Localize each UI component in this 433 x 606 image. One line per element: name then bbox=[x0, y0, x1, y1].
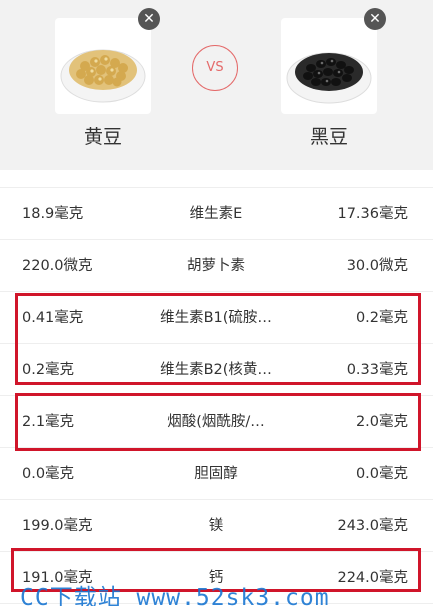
nutrient-name: 维生素E bbox=[189, 206, 243, 222]
left-value: 0.2毫克 bbox=[22, 362, 75, 378]
right-value: 0.33毫克 bbox=[346, 362, 408, 378]
watermark: CC下载站 www.52sk3.com bbox=[20, 585, 330, 606]
nutrient-name: 胡萝卜素 bbox=[187, 258, 245, 274]
nutrient-row: 0.2毫克 维生素B2(核黄… 0.33毫克 bbox=[0, 344, 433, 396]
nutrient-name: 维生素B1(硫胺… bbox=[160, 310, 272, 326]
nutrient-name: 维生素B2(核黄… bbox=[160, 362, 272, 378]
black-bean-image bbox=[281, 18, 377, 114]
left-value: 0.0毫克 bbox=[22, 466, 75, 482]
nutrient-name: 镁 bbox=[208, 518, 224, 534]
nutrient-row: 199.0毫克 镁 243.0毫克 bbox=[0, 500, 433, 552]
nutrient-row: 0.41毫克 维生素B1(硫胺… 0.2毫克 bbox=[0, 292, 433, 344]
right-value: 0.0毫克 bbox=[355, 466, 408, 482]
food-card-left[interactable]: 黄豆 bbox=[55, 18, 151, 149]
food-name-right: 黑豆 bbox=[309, 126, 348, 148]
nutrient-row: 2.1毫克 烟酸(烟酰胺/… 2.0毫克 bbox=[0, 396, 433, 448]
food-card-right[interactable]: 黑豆 bbox=[281, 18, 377, 149]
nutrient-name: 胆固醇 bbox=[194, 466, 238, 482]
remove-right-food-button[interactable]: ✕ bbox=[364, 8, 386, 30]
right-value: 243.0毫克 bbox=[337, 518, 408, 534]
left-value: 199.0毫克 bbox=[22, 518, 93, 534]
soybean-image bbox=[55, 18, 151, 114]
nutrient-table: 18.9毫克 维生素E 17.36毫克 220.0微克 胡萝卜素 30.0微克 … bbox=[0, 188, 433, 604]
nutrient-row: 220.0微克 胡萝卜素 30.0微克 bbox=[0, 240, 433, 292]
vs-badge: VS bbox=[192, 45, 238, 91]
right-value: 2.0毫克 bbox=[355, 414, 408, 430]
left-value: 0.41毫克 bbox=[22, 310, 84, 326]
comparison-header: 黄豆 ✕ VS 黑豆 ✕ bbox=[0, 0, 433, 170]
remove-left-food-button[interactable]: ✕ bbox=[138, 8, 160, 30]
left-value: 2.1毫克 bbox=[22, 414, 75, 430]
nutrient-row: 18.9毫克 维生素E 17.36毫克 bbox=[0, 188, 433, 240]
nutrient-row: 0.0毫克 胆固醇 0.0毫克 bbox=[0, 448, 433, 500]
food-name-left: 黄豆 bbox=[83, 126, 122, 148]
left-value: 18.9毫克 bbox=[22, 206, 84, 222]
right-value: 17.36毫克 bbox=[337, 206, 408, 222]
left-value: 220.0微克 bbox=[22, 258, 93, 274]
right-value: 30.0微克 bbox=[346, 258, 408, 274]
nutrient-name: 烟酸(烟酰胺/… bbox=[167, 414, 265, 430]
right-value: 0.2毫克 bbox=[355, 310, 408, 326]
